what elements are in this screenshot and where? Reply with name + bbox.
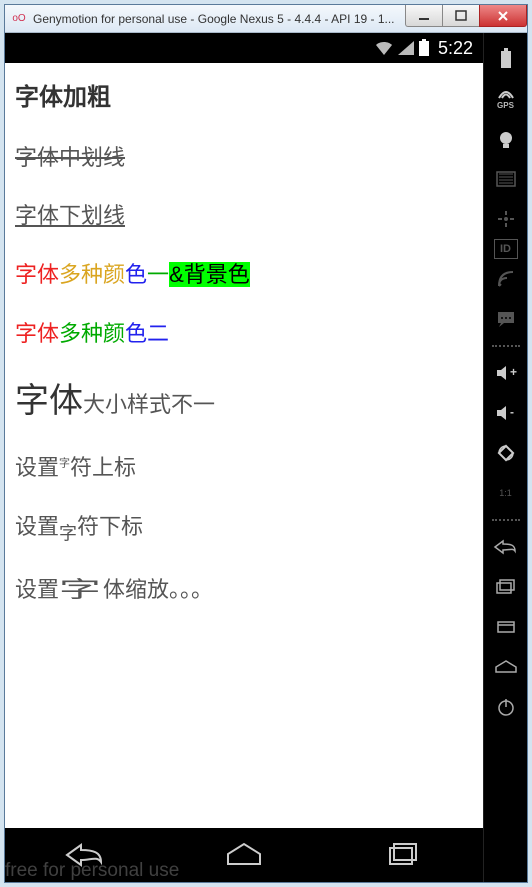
capture-tool-icon[interactable] xyxy=(490,159,522,199)
toolbar-separator-2 xyxy=(492,519,520,521)
nav-recent-button[interactable] xyxy=(363,840,443,870)
text-superscript: 设置字符上标 xyxy=(15,453,473,484)
toolbar-separator xyxy=(492,345,520,347)
volume-down-button[interactable]: - xyxy=(490,393,522,433)
rotate-button[interactable] xyxy=(490,433,522,473)
status-clock: 5:22 xyxy=(438,38,473,59)
battery-tool-icon[interactable] xyxy=(490,39,522,79)
nav-home-button[interactable] xyxy=(204,840,284,870)
genymotion-toolbar: GPS ID + - xyxy=(483,33,527,882)
text-strikethrough: 字体中划线 xyxy=(15,143,473,174)
side-recent-button[interactable] xyxy=(490,567,522,607)
app-content[interactable]: 字体加粗 字体中划线 字体下划线 字体多种颜色一&背景色 字体多种颜色二 字体大… xyxy=(5,63,483,828)
window-titlebar: oO Genymotion for personal use - Google … xyxy=(5,5,527,33)
window-close-button[interactable] xyxy=(479,5,527,27)
nav-back-button[interactable] xyxy=(45,840,125,870)
text-mixed-size: 字体大小样式不一 xyxy=(15,378,473,426)
app-icon: oO xyxy=(11,11,27,27)
window-maximize-button[interactable] xyxy=(442,5,480,27)
svg-text:-: - xyxy=(510,405,514,419)
identifier-tool-icon[interactable]: ID xyxy=(494,239,518,259)
camera-tool-icon[interactable] xyxy=(490,119,522,159)
gps-tool-icon[interactable]: GPS xyxy=(490,79,522,119)
volume-up-button[interactable]: + xyxy=(490,353,522,393)
text-scale: 设置字体缩放。。。 xyxy=(15,575,473,606)
signal-icon xyxy=(398,39,414,57)
wifi-icon xyxy=(374,39,394,57)
network-tool-icon[interactable] xyxy=(490,259,522,299)
side-home-button[interactable] xyxy=(490,647,522,687)
android-status-bar: 5:22 xyxy=(5,33,483,63)
side-menu-button[interactable] xyxy=(490,607,522,647)
side-back-button[interactable] xyxy=(490,527,522,567)
android-nav-bar xyxy=(5,828,483,882)
power-button[interactable] xyxy=(490,687,522,727)
text-multicolor-1: 字体多种颜色一&背景色 xyxy=(15,260,473,291)
window-minimize-button[interactable] xyxy=(405,5,443,27)
window-title: Genymotion for personal use - Google Nex… xyxy=(33,12,406,26)
text-subscript: 设置字符下标 xyxy=(15,512,473,547)
text-underline: 字体下划线 xyxy=(15,201,473,232)
pixel-ratio-button[interactable]: 1:1 xyxy=(490,473,522,513)
svg-text:+: + xyxy=(510,365,517,379)
text-bold: 字体加粗 xyxy=(15,81,473,115)
text-multicolor-2: 字体多种颜色二 xyxy=(15,319,473,350)
remote-tool-icon[interactable] xyxy=(490,199,522,239)
battery-icon xyxy=(418,39,430,57)
sms-tool-icon[interactable] xyxy=(490,299,522,339)
